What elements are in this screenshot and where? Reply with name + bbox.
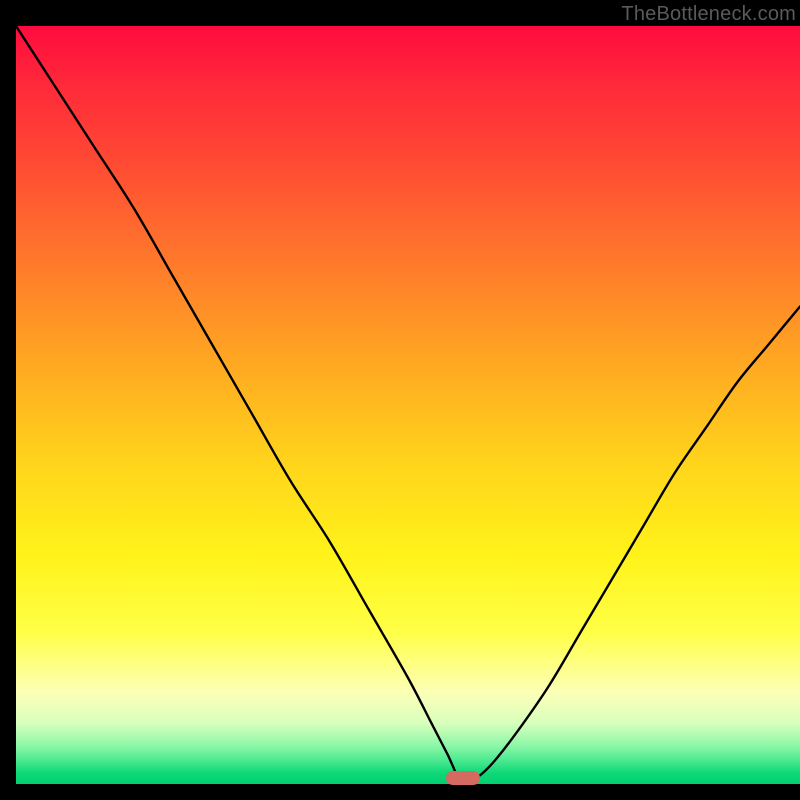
optimum-marker-icon: [446, 771, 480, 785]
bottleneck-curve: [16, 26, 800, 784]
chart-frame: TheBottleneck.com: [0, 0, 800, 800]
watermark-text: TheBottleneck.com: [621, 2, 796, 26]
plot-wrap: TheBottleneck.com: [16, 0, 800, 784]
plot-area: [16, 26, 800, 784]
curve-layer: [16, 26, 800, 784]
